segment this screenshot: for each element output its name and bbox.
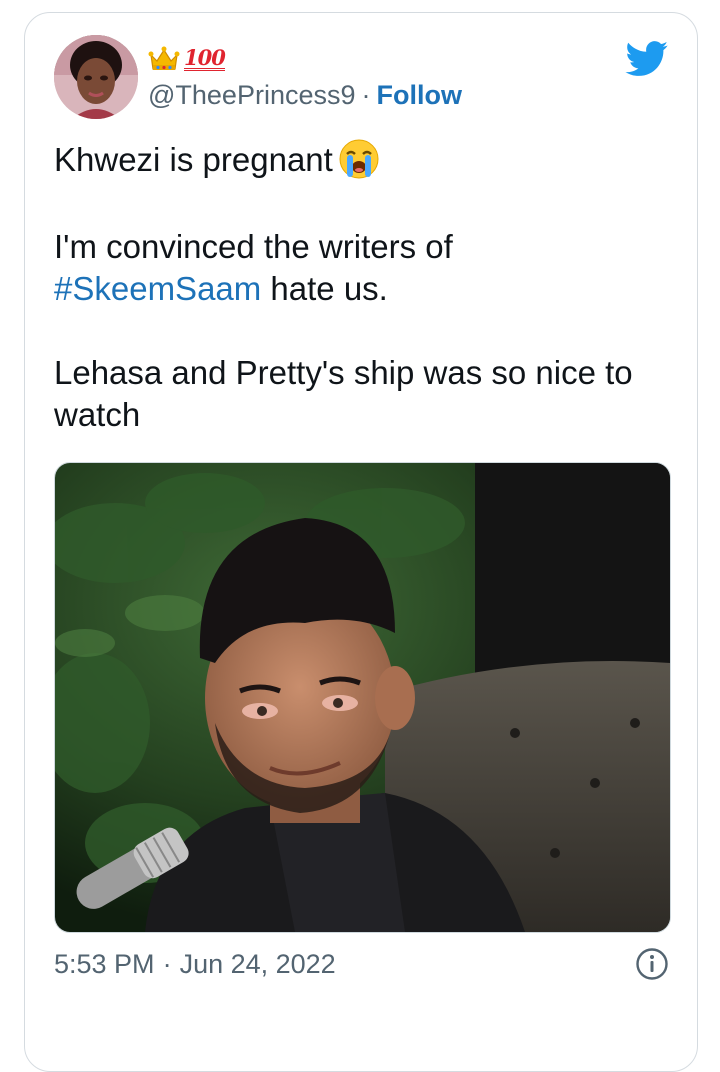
tweet-line-3: #SkeemSaam hate us. [54, 268, 674, 310]
hundred-points-icon: 100 [184, 44, 226, 71]
tweet-date[interactable]: Jun 24, 2022 [180, 949, 336, 980]
separator-dot: · [361, 80, 371, 110]
separator-dot: · [162, 948, 172, 979]
follow-button[interactable]: Follow [377, 80, 462, 110]
handle-row: @TheePrincess9 · Follow [148, 80, 462, 111]
display-name-badges: 100 [148, 43, 226, 75]
info-icon[interactable] [635, 947, 669, 981]
loudly-crying-face-icon [339, 139, 379, 179]
tweet-footer: 5:53 PM · Jun 24, 2022 [54, 946, 669, 982]
tweet-text: Khwezi is pregnant I'm convinced the wri… [54, 139, 674, 436]
twitter-bird-icon[interactable] [625, 41, 669, 77]
user-handle[interactable]: @TheePrincess9 [148, 80, 356, 110]
tweet-photo[interactable] [54, 462, 671, 933]
tweet-line-2: I'm convinced the writers of [54, 228, 453, 266]
crown-icon [148, 46, 180, 70]
tweet-line-4: Lehasa and Pretty's ship was so nice to … [54, 354, 633, 434]
tweet-line-1: Khwezi is pregnant [54, 139, 674, 184]
hashtag-link[interactable]: #SkeemSaam [54, 270, 261, 307]
tweet-card[interactable]: 100 @TheePrincess9 · Follow Khwezi is preg… [24, 12, 698, 1072]
tweet-text-line1: Khwezi is pregnant [54, 141, 333, 178]
tweet-text-suffix: hate us. [261, 270, 388, 308]
avatar[interactable] [54, 35, 138, 119]
tweet-time[interactable]: 5:53 PM [54, 949, 155, 980]
